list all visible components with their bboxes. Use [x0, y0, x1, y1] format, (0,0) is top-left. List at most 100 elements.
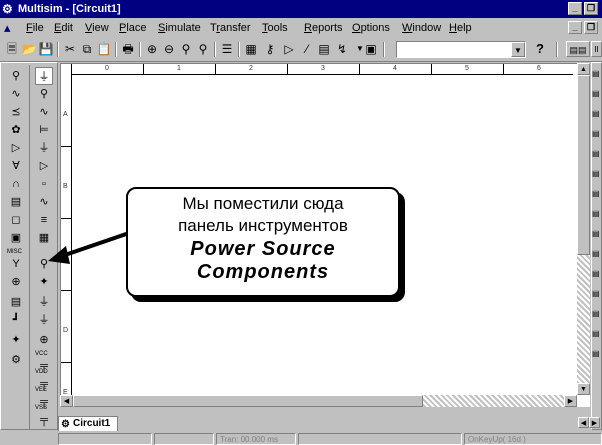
- function-generator-icon[interactable]: ▤: [592, 89, 602, 99]
- diode-icon[interactable]: ⪯: [7, 103, 25, 121]
- misc-digital-icon[interactable]: ◻: [7, 211, 25, 229]
- transistor-icon[interactable]: ✿: [7, 121, 25, 139]
- scroll-thumb[interactable]: [577, 75, 590, 255]
- cut-icon[interactable]: ✂: [62, 41, 78, 57]
- ac-source-icon[interactable]: ⚲: [35, 85, 53, 103]
- dc-source-icon[interactable]: ∿: [35, 103, 53, 121]
- menu-window[interactable]: Window: [402, 21, 441, 35]
- copy-icon[interactable]: ⧉: [79, 41, 95, 57]
- hierarchical-block-icon[interactable]: ⚙: [7, 351, 25, 369]
- grapher-icon[interactable]: ▤: [316, 41, 332, 57]
- ruler-col-label: 6: [537, 65, 541, 72]
- menu-options[interactable]: Options: [352, 21, 390, 35]
- toolbar-overflow-icon[interactable]: II: [591, 41, 602, 57]
- clock-icon[interactable]: ▫: [35, 175, 53, 193]
- ruler-col-label: 4: [393, 65, 397, 72]
- logic-converter-icon[interactable]: ▤: [592, 209, 602, 219]
- help-icon[interactable]: ?: [532, 41, 548, 57]
- spreadsheet-icon[interactable]: ▦: [243, 41, 259, 57]
- print-icon[interactable]: 🖶: [120, 41, 136, 57]
- menu-tools[interactable]: Tools: [262, 21, 288, 35]
- mcu-icon[interactable]: ▤: [7, 193, 25, 211]
- scroll-thumb[interactable]: [73, 395, 423, 407]
- scroll-up-icon[interactable]: ▲: [577, 63, 590, 75]
- indicator-icon[interactable]: Υ: [7, 255, 25, 273]
- rf-icon[interactable]: ⊕: [7, 273, 25, 291]
- list-icon[interactable]: ▣: [363, 41, 379, 57]
- horizontal-scrollbar[interactable]: ◀ ▶: [60, 395, 577, 407]
- chevron-down-icon[interactable]: ▼: [511, 42, 525, 57]
- tab-scroll-left-icon[interactable]: ◀: [578, 417, 589, 428]
- doc-minimize-button[interactable]: _: [568, 21, 582, 34]
- signal-source-icon[interactable]: ⊕: [35, 331, 53, 349]
- multimeter-icon[interactable]: ▤: [592, 69, 602, 79]
- fm-source-icon[interactable]: ≡: [35, 211, 53, 229]
- battery-icon[interactable]: ⊨: [35, 121, 53, 139]
- frequency-counter-icon[interactable]: ▤: [592, 289, 602, 299]
- logic-analyzer-icon[interactable]: ▤: [592, 189, 602, 199]
- paste-icon[interactable]: 📋: [96, 41, 112, 57]
- menu-edit[interactable]: Edit: [54, 21, 73, 35]
- vcc-icon[interactable]: ⏚: [35, 139, 53, 157]
- am-source-icon[interactable]: ∿: [35, 193, 53, 211]
- place-bus-icon[interactable]: ✦: [7, 331, 25, 349]
- menu-view[interactable]: View: [85, 21, 109, 35]
- menu-help[interactable]: Help: [449, 21, 472, 35]
- digital-ground-icon[interactable]: ⚲: [35, 255, 53, 273]
- wattmeter-icon[interactable]: ▤: [592, 109, 602, 119]
- analog-icon[interactable]: ▷: [7, 139, 25, 157]
- network-analyzer-icon[interactable]: ▤: [592, 269, 602, 279]
- vss-label-icon[interactable]: ╤: [35, 411, 53, 429]
- controlled-source-icon[interactable]: ▦: [35, 229, 53, 247]
- component-combo[interactable]: ▼: [396, 41, 526, 58]
- probe-icon[interactable]: ▤: [592, 329, 602, 339]
- scroll-left-icon[interactable]: ◀: [60, 395, 73, 407]
- menu-place[interactable]: Place: [119, 21, 147, 35]
- iv-analyzer-icon[interactable]: ▤: [592, 309, 602, 319]
- electromech-icon[interactable]: ▤: [7, 293, 25, 311]
- restore-button[interactable]: ❐: [584, 2, 598, 15]
- vee-icon[interactable]: ⏚: [35, 293, 53, 311]
- ladder-icon[interactable]: ┛: [7, 311, 25, 329]
- minimize-button[interactable]: _: [568, 2, 582, 15]
- open-icon[interactable]: 📂: [21, 41, 37, 57]
- instrument-icon[interactable]: ↯: [334, 41, 350, 57]
- zoom-in-icon[interactable]: ⊕: [144, 41, 160, 57]
- source-icon[interactable]: ⚲: [7, 67, 25, 85]
- component-wizard-icon[interactable]: ▷: [281, 41, 297, 57]
- menu-simulate[interactable]: Simulate: [158, 21, 201, 35]
- menu-transfer[interactable]: Transfer: [210, 21, 251, 35]
- distortion-analyzer-icon[interactable]: ▤: [592, 229, 602, 239]
- spectrum-analyzer-icon[interactable]: ▤: [592, 249, 602, 259]
- postprocessor-icon[interactable]: ⁄: [299, 41, 315, 57]
- doc-restore-button[interactable]: ❐: [584, 21, 598, 34]
- instrument-panel-icon[interactable]: ▤▤: [566, 41, 590, 57]
- menu-file[interactable]: File: [26, 21, 44, 35]
- bode-plotter-icon[interactable]: ▤: [592, 149, 602, 159]
- mixed-icon[interactable]: ▣: [7, 229, 25, 247]
- zoom-area-icon[interactable]: ⚲: [178, 41, 194, 57]
- tab-circuit1[interactable]: ⚙ Circuit1: [58, 416, 118, 431]
- oscilloscope-icon[interactable]: ▤: [592, 129, 602, 139]
- cmos-icon[interactable]: ∩: [7, 175, 25, 193]
- basic-icon[interactable]: ∿: [7, 85, 25, 103]
- zoom-fit-icon[interactable]: ⚲: [195, 41, 211, 57]
- word-generator-icon[interactable]: ▤: [592, 169, 602, 179]
- three-phase-icon[interactable]: ✦: [35, 273, 53, 291]
- zoom-out-icon[interactable]: ⊖: [161, 41, 177, 57]
- save-icon[interactable]: 💾: [38, 41, 54, 57]
- tab-scroll-right-icon[interactable]: ▶: [589, 417, 600, 428]
- menu-reports[interactable]: Reports: [304, 21, 343, 35]
- hierarchy-icon[interactable]: ☰: [219, 41, 235, 57]
- vdd-icon[interactable]: ▷: [35, 157, 53, 175]
- vertical-scrollbar[interactable]: ▲ ▼: [577, 63, 590, 395]
- scroll-right-icon[interactable]: ▶: [564, 395, 577, 407]
- database-icon[interactable]: ⚷: [262, 41, 278, 57]
- current-probe-icon[interactable]: ▤: [592, 349, 602, 359]
- vss-icon[interactable]: ⏚: [35, 311, 53, 329]
- scroll-down-icon[interactable]: ▼: [577, 383, 590, 395]
- document-icon[interactable]: ▴: [4, 20, 11, 35]
- ground-icon[interactable]: ⏚: [35, 67, 53, 85]
- new-icon[interactable]: 🗏: [4, 41, 20, 57]
- ttl-icon[interactable]: ∀: [7, 157, 25, 175]
